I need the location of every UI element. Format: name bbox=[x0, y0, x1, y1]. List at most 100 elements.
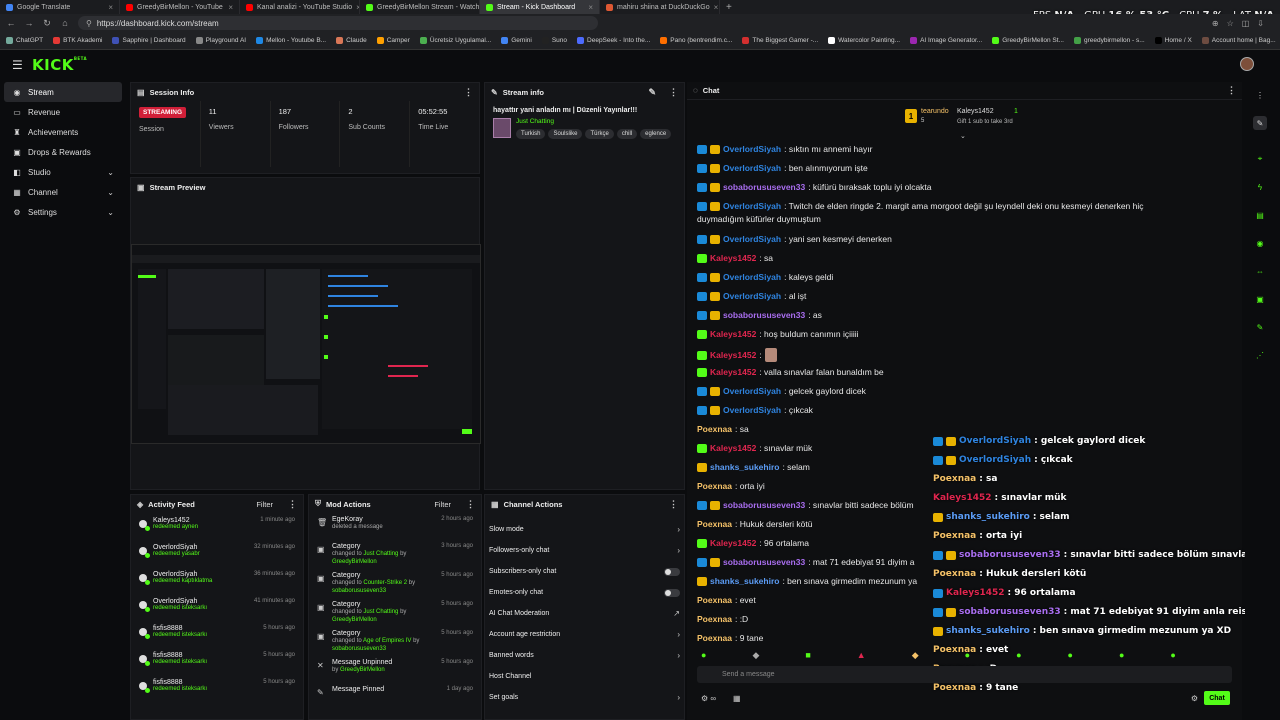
external-link-icon[interactable]: ↗ bbox=[673, 609, 680, 618]
share-icon[interactable]: ⋰ bbox=[1253, 348, 1267, 362]
activity-username[interactable]: OverlordSiyah bbox=[153, 598, 207, 605]
sidebar-item-drops[interactable]: ▣ Drops & Rewards bbox=[4, 142, 122, 162]
activity-username[interactable]: OverlordSiyah bbox=[153, 571, 212, 578]
bookmark-item[interactable]: Account home | Bag... bbox=[1201, 37, 1276, 44]
sidebar-item-achievements[interactable]: ♜ Achievements bbox=[4, 122, 122, 142]
activity-username[interactable]: fisfis8888 bbox=[153, 652, 207, 659]
bookmark-item[interactable]: BTK Akademi bbox=[53, 37, 102, 44]
browser-tab[interactable]: GreedyBirMellon - YouTube × bbox=[120, 0, 240, 14]
browser-tab[interactable]: mahiru shiina at DuckDuckGo × bbox=[600, 0, 720, 14]
chat-username[interactable]: Poexnaa bbox=[697, 481, 732, 491]
toggle-switch[interactable] bbox=[664, 567, 680, 576]
emote-icon[interactable]: ● bbox=[1016, 650, 1021, 661]
activity-username[interactable]: OverlordSiyah bbox=[153, 544, 200, 551]
chat-username[interactable]: shanks_sukehiro bbox=[710, 576, 779, 586]
chevron-right-icon[interactable]: › bbox=[677, 693, 680, 702]
chat-username[interactable]: Poexnaa bbox=[697, 633, 732, 643]
chat-username[interactable]: Poexnaa bbox=[697, 614, 732, 624]
bookmark-star-icon[interactable]: ☆ bbox=[1227, 19, 1234, 28]
channel-action-slow-mode[interactable]: Slow mode › bbox=[485, 519, 684, 540]
chat-bubble-icon[interactable]: ◉ bbox=[1253, 236, 1267, 250]
sidebar-item-settings[interactable]: ⚙ Settings ⌄ bbox=[4, 202, 122, 222]
bookmark-item[interactable]: Watercolor Painting... bbox=[828, 37, 900, 44]
close-tab-icon[interactable]: × bbox=[108, 3, 113, 12]
bookmark-item[interactable]: Claude bbox=[336, 37, 367, 44]
more-options-icon[interactable]: ⋮ bbox=[466, 499, 475, 510]
gear-icon[interactable]: ⚙ bbox=[1191, 694, 1198, 703]
more-options-icon[interactable]: ⋮ bbox=[1227, 85, 1236, 96]
bookmark-item[interactable]: Sapphire | Dashboard bbox=[112, 37, 186, 44]
emote-icon[interactable]: ● bbox=[1068, 650, 1073, 661]
emote-icon[interactable]: ● bbox=[1170, 650, 1175, 661]
chat-username[interactable]: Kaleys1452 bbox=[710, 367, 756, 377]
chat-username[interactable]: Kaleys1452 bbox=[710, 350, 756, 360]
channel-action-host-channel[interactable]: Host Channel bbox=[485, 666, 684, 687]
browser-tab[interactable]: Stream - Kick Dashboard × bbox=[480, 0, 600, 14]
scan-icon[interactable]: ⌖ bbox=[1253, 152, 1267, 166]
bookmark-item[interactable]: AI Image Generator... bbox=[910, 37, 982, 44]
channel-action-ai-chat-moderation[interactable]: AI Chat Moderation ↗ bbox=[485, 603, 684, 624]
chat-username[interactable]: OverlordSiyah bbox=[723, 163, 781, 173]
sidebar-item-stream[interactable]: ◉ Stream bbox=[4, 82, 122, 102]
chevron-down-icon[interactable]: ⌄ bbox=[107, 168, 114, 177]
chat-username[interactable]: Poexnaa bbox=[697, 595, 732, 605]
stream-tag[interactable]: Soulslike bbox=[548, 129, 583, 139]
bookmark-item[interactable]: Mellon - Youtube B... bbox=[256, 37, 326, 44]
site-info-icon[interactable]: ⚲ bbox=[86, 19, 92, 28]
more-options-icon[interactable]: ⋮ bbox=[669, 87, 678, 98]
toggle-switch[interactable] bbox=[664, 588, 680, 597]
bookmark-item[interactable]: Home / X bbox=[1154, 37, 1192, 44]
close-tab-icon[interactable]: × bbox=[714, 3, 719, 12]
chevron-right-icon[interactable]: › bbox=[677, 630, 680, 639]
channel-action-banned-words[interactable]: Banned words › bbox=[485, 645, 684, 666]
channel-action-emotes-only-chat[interactable]: Emotes-only chat bbox=[485, 582, 684, 603]
more-options-icon[interactable]: ⋮ bbox=[464, 87, 473, 98]
arrows-icon[interactable]: ⇔ bbox=[1253, 264, 1267, 278]
bookmark-item[interactable]: greedybirmellon - s... bbox=[1074, 37, 1145, 44]
reload-icon[interactable]: ↻ bbox=[42, 18, 52, 29]
bookmark-item[interactable]: Pano (bentrendim.c... bbox=[660, 37, 732, 44]
bookmark-item[interactable]: Suno bbox=[541, 37, 567, 44]
menu-icon[interactable]: ☰ bbox=[12, 58, 26, 72]
popout-icon[interactable]: ⋮ bbox=[1253, 88, 1267, 102]
chevron-down-icon[interactable]: ⌄ bbox=[107, 188, 114, 197]
new-tab-button[interactable]: + bbox=[720, 2, 738, 13]
collapse-icon[interactable]: ⌄ bbox=[960, 132, 966, 140]
chat-username[interactable]: Kaleys1452 bbox=[710, 443, 756, 453]
chat-username[interactable]: Kaleys1452 bbox=[710, 329, 756, 339]
emote-icon[interactable]: ● bbox=[965, 650, 970, 661]
chat-username[interactable]: OverlordSiyah bbox=[723, 234, 781, 244]
filter-button[interactable]: Filter bbox=[434, 500, 451, 509]
chevron-down-icon[interactable]: ⌄ bbox=[107, 208, 114, 217]
browser-tab[interactable]: Kanal analizi - YouTube Studio× bbox=[240, 0, 360, 14]
more-options-icon[interactable]: ⋮ bbox=[669, 499, 678, 510]
store-icon[interactable]: ▣ bbox=[1253, 292, 1267, 306]
chat-username[interactable]: sobaborususeven33 bbox=[723, 182, 805, 192]
bookmark-item[interactable]: Ücretsiz Uygulamal... bbox=[419, 37, 491, 44]
forward-icon[interactable]: → bbox=[24, 18, 34, 28]
bookmark-item[interactable]: The Biggest Gamer -... bbox=[742, 37, 818, 44]
chat-username[interactable]: shanks_sukehiro bbox=[710, 462, 779, 472]
bookmark-item[interactable]: DeepSeek - Into the... bbox=[577, 37, 650, 44]
browser-tab[interactable]: GreedyBirMellon Stream - Watch× bbox=[360, 0, 480, 14]
chat-username[interactable]: OverlordSiyah bbox=[723, 144, 781, 154]
emote-icon[interactable]: ● bbox=[1119, 650, 1124, 661]
avatar[interactable] bbox=[1240, 57, 1254, 71]
chat-username[interactable]: OverlordSiyah bbox=[723, 405, 781, 415]
downloads-icon[interactable]: ⇩ bbox=[1257, 19, 1264, 28]
chat-username[interactable]: OverlordSiyah bbox=[723, 272, 781, 282]
emote-icon[interactable]: ◆ bbox=[912, 650, 919, 661]
chat-username[interactable]: sobaborususeven33 bbox=[723, 310, 805, 320]
stream-tag[interactable]: chill bbox=[616, 129, 638, 139]
address-bar[interactable]: ⚲ https://dashboard.kick.com/stream bbox=[78, 16, 598, 30]
send-chat-button[interactable]: Chat bbox=[1204, 691, 1230, 705]
bookmark-item[interactable]: Gemini bbox=[501, 37, 532, 44]
clipboard-icon[interactable]: ▤ bbox=[1253, 208, 1267, 222]
channel-action-set-goals[interactable]: Set goals › bbox=[485, 687, 684, 708]
stream-tag[interactable]: Turkish bbox=[516, 129, 546, 139]
emote-icon[interactable]: ◆ bbox=[752, 650, 759, 661]
chevron-right-icon[interactable]: › bbox=[677, 525, 680, 534]
emote-icon[interactable]: ● bbox=[701, 650, 706, 661]
kick-logo[interactable]: KICKBETA bbox=[32, 56, 87, 74]
bolt-icon[interactable]: ϟ bbox=[1253, 180, 1267, 194]
